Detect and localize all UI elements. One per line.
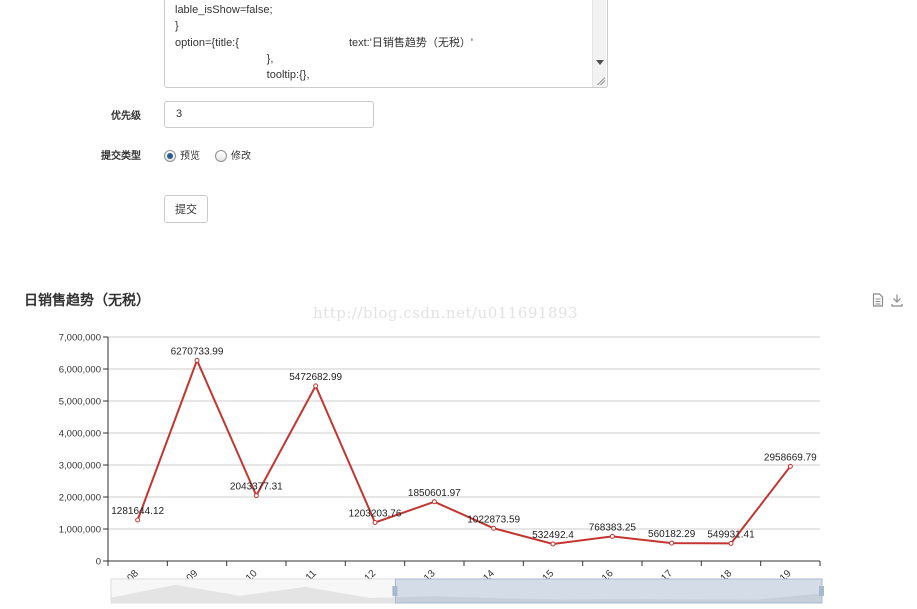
data-point [787,463,793,469]
code-line: tooltip:{}, [175,69,310,81]
code-line: option={title:{ text:'日销售趋势（无税）' [175,37,473,49]
data-label: 2958669.79 [764,452,817,463]
radio-modify[interactable] [215,150,227,162]
data-point [253,493,259,499]
code-textarea[interactable]: lable_isShow=false; } option={title:{ te… [164,0,608,88]
y-tick-label: 5,000,000 [59,397,101,408]
data-label: 532492.4 [532,530,574,541]
code-line: } [175,20,179,32]
data-point [431,499,437,505]
data-zoom-slider[interactable] [110,578,824,604]
priority-label: 优先级 [111,111,141,122]
zoom-handle-right [819,586,824,596]
code-line: lable_isShow=false; [175,4,273,16]
y-tick-label: 3,000,000 [59,461,101,472]
y-tick-label: 4,000,000 [59,429,101,440]
data-point [194,357,200,363]
y-tick-label: 6,000,000 [59,365,101,376]
data-label: 768383.25 [589,522,637,533]
download-icon[interactable] [891,293,903,307]
data-label: 560182.29 [648,529,696,540]
resize-grip-icon[interactable] [596,76,605,85]
data-label: 5472682.99 [289,372,342,383]
data-point [609,533,615,539]
priority-input[interactable]: 3 [164,101,374,128]
data-point [491,525,497,531]
data-view-icon[interactable] [872,293,884,307]
data-label: 1281644.12 [111,506,164,517]
y-axis-ticks: 0 1,000,000 2,000,000 3,000,000 4,000,000 5,0… [59,333,101,568]
series-polyline [136,357,792,545]
grid-lines [108,336,820,530]
zoom-window [394,578,823,604]
data-label: 1203203.76 [349,508,402,519]
data-point [372,519,378,525]
data-point [550,541,556,547]
data-label: 549931.41 [707,529,755,540]
y-tick-label: 0 [96,557,101,568]
chart-title: 日销售趋势（无税） [24,292,150,308]
submit-button[interactable]: 提交 [164,195,208,223]
y-tick-label: 2,000,000 [59,493,101,504]
radio-preview[interactable] [164,150,176,162]
zoom-handle-left [392,586,398,596]
data-label: 2043377.31 [230,482,283,493]
data-label: 1022873.59 [467,514,520,525]
y-tick-label: 7,000,000 [59,333,101,344]
code-line: }, [175,53,274,65]
radio-modify-label: 修改 [231,151,251,162]
sales-trend-chart: 0 1,000,000 2,000,000 3,000,000 4,000,000 5,0… [59,333,824,604]
data-labels: 1281644.12 6270733.99 2043377.31 5472682.99… [111,346,817,541]
data-point [669,540,675,546]
textarea-scrollbar[interactable] [592,0,606,87]
data-label: 1850601.97 [408,488,461,499]
series-line [135,357,793,547]
data-point [135,517,141,523]
y-tick-label: 1,000,000 [59,525,101,536]
data-label: 6270733.99 [171,346,224,357]
submit-type-label: 提交类型 [101,151,141,162]
radio-preview-label: 预览 [180,151,200,162]
data-point [313,383,319,389]
scroll-down-arrow-icon[interactable] [596,60,604,65]
data-point [728,540,734,546]
